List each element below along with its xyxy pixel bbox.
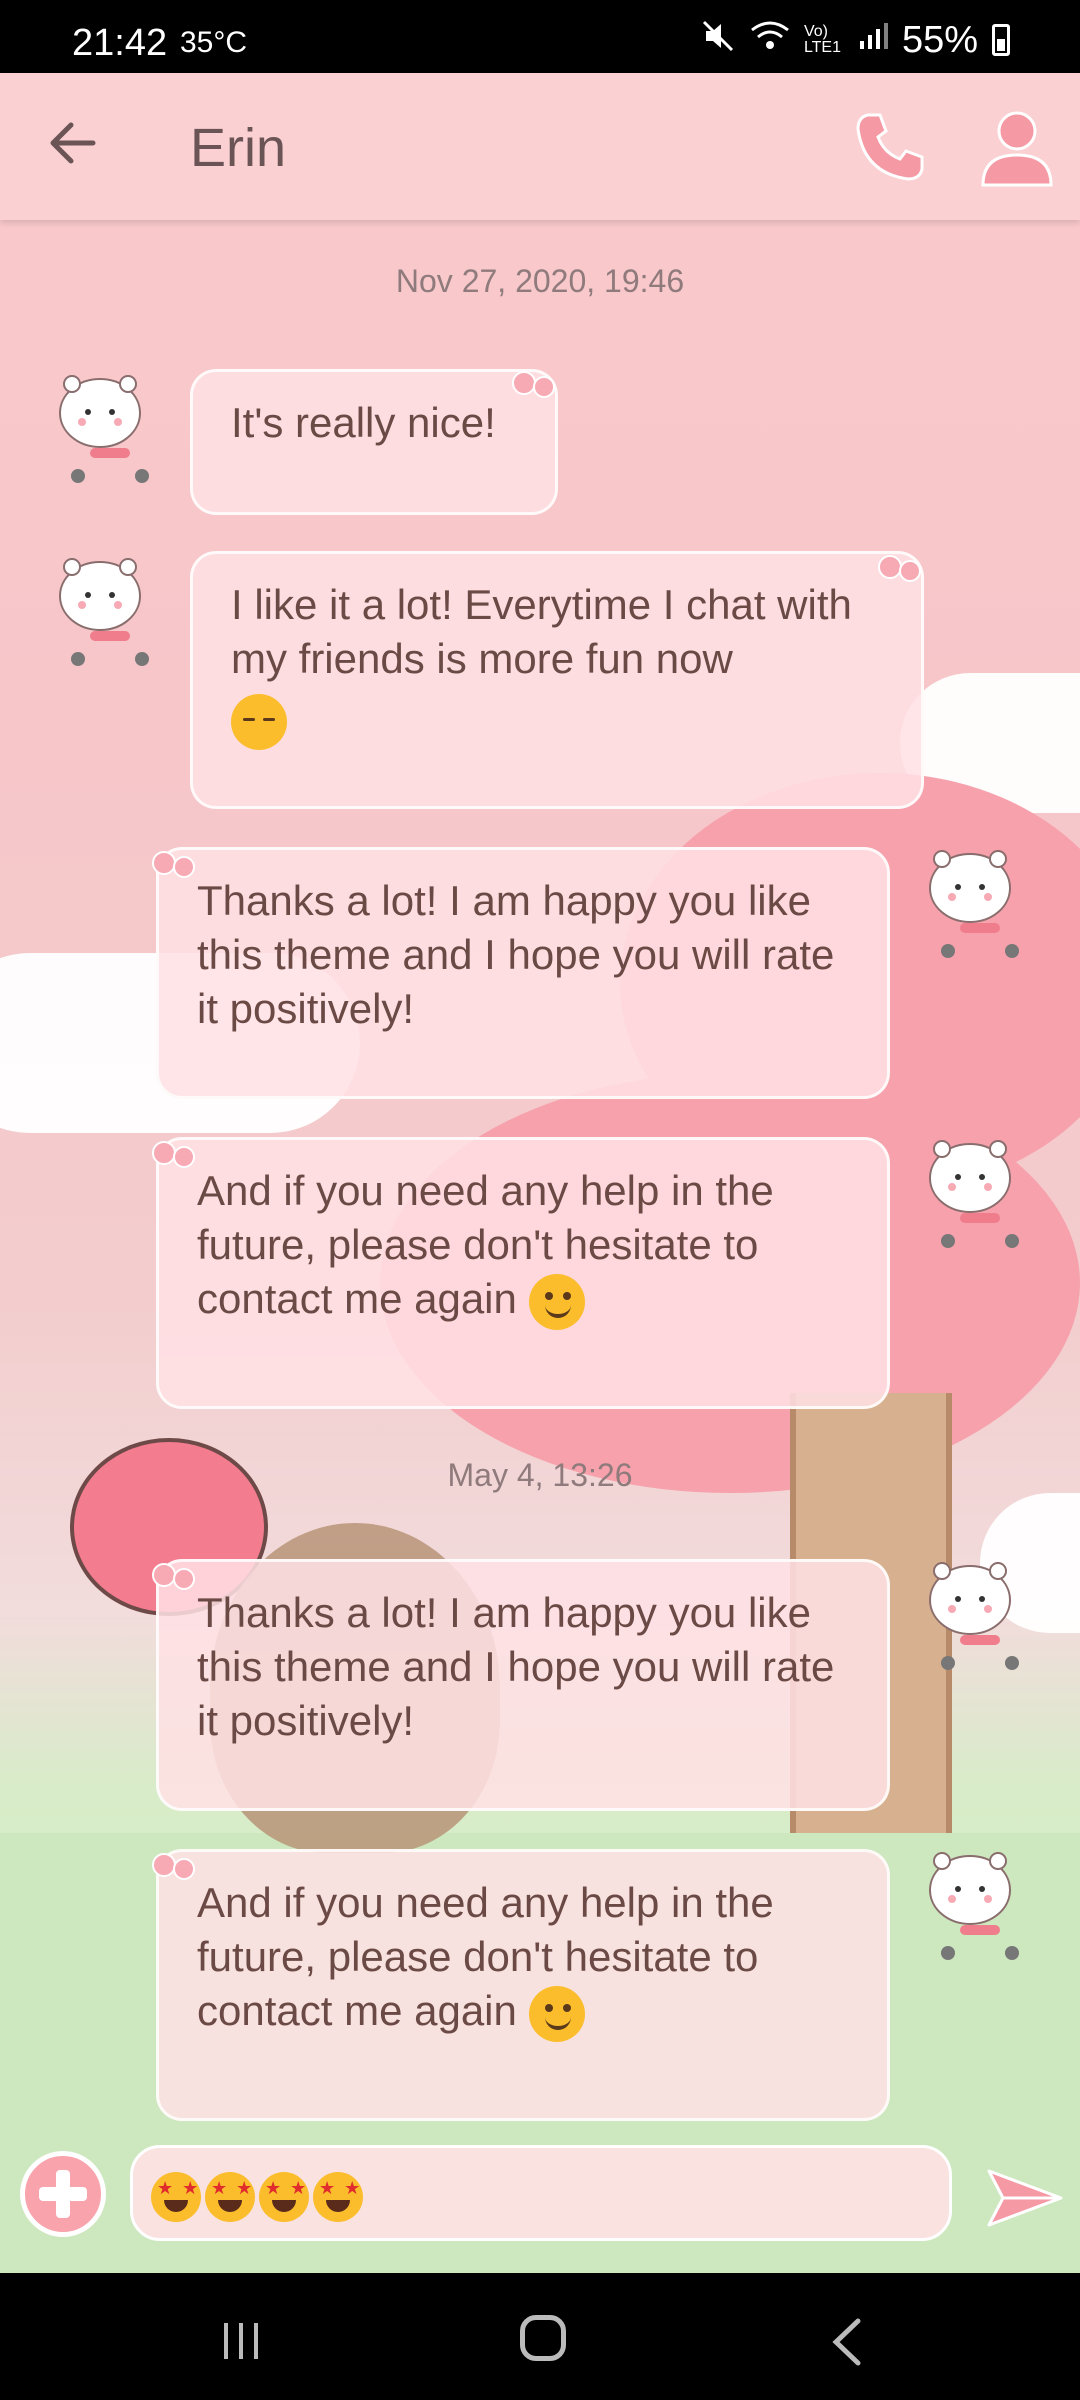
- status-time: 21:42: [72, 22, 168, 64]
- person-icon[interactable]: [975, 105, 1059, 189]
- message-bubble-outgoing[interactable]: Thanks a lot! I am happy you like this t…: [156, 1559, 890, 1811]
- send-icon[interactable]: [985, 2163, 1065, 2233]
- home-icon[interactable]: [520, 2315, 566, 2361]
- message-text: Thanks a lot! I am happy you like this t…: [197, 877, 835, 1032]
- message-bubble-incoming[interactable]: I like it a lot! Everytime I chat with m…: [190, 551, 924, 809]
- flower-decoration-icon: [152, 851, 195, 878]
- chat-screen: Erin Nov 27, 2020, 19:46 It's really nic…: [0, 73, 1080, 2273]
- bear-avatar-icon[interactable]: [920, 843, 1030, 963]
- star-struck-emoji: [259, 2171, 309, 2222]
- flower-decoration-icon: [512, 371, 555, 398]
- recent-apps-icon[interactable]: [222, 2321, 262, 2361]
- bear-avatar-icon[interactable]: [50, 368, 160, 488]
- status-temperature: 35°C: [180, 26, 248, 59]
- chat-header: Erin: [0, 73, 1080, 220]
- network-label: Vo) LTE1: [803, 23, 841, 56]
- back-arrow-icon[interactable]: [38, 113, 108, 183]
- message-text: I like it a lot! Everytime I chat with m…: [231, 581, 852, 682]
- message-text: Thanks a lot! I am happy you like this t…: [197, 1589, 835, 1744]
- star-struck-emoji: [313, 2171, 363, 2222]
- smiling-face-emoji: [528, 1273, 585, 1330]
- bear-avatar-icon[interactable]: [50, 551, 160, 671]
- bear-avatar-icon[interactable]: [920, 1133, 1030, 1253]
- signal-icon: [858, 21, 888, 59]
- message-timestamp: May 4, 13:26: [447, 1457, 633, 1493]
- message-bubble-outgoing[interactable]: Thanks a lot! I am happy you like this t…: [156, 847, 890, 1099]
- back-icon[interactable]: [828, 2317, 868, 2374]
- message-text: And if you need any help in the future, …: [197, 1879, 774, 2034]
- contact-name[interactable]: Erin: [190, 117, 286, 179]
- flower-decoration-icon: [152, 1563, 195, 1590]
- message-bubble-incoming[interactable]: It's really nice!: [190, 369, 558, 515]
- message-text: And if you need any help in the future, …: [197, 1167, 774, 1322]
- flower-decoration-icon: [152, 1141, 195, 1168]
- status-bar: 21:42 35°C Vo) LTE1 55%: [0, 0, 1080, 73]
- phone-icon[interactable]: [850, 107, 930, 187]
- flower-decoration-icon: [152, 1853, 195, 1880]
- message-timestamp: Nov 27, 2020, 19:46: [395, 263, 685, 299]
- battery-percent: 55%: [901, 18, 978, 61]
- bear-avatar-icon[interactable]: [920, 1555, 1030, 1675]
- wifi-icon: [750, 20, 790, 60]
- message-bubble-outgoing[interactable]: And if you need any help in the future, …: [156, 1137, 890, 1409]
- system-nav-bar: [0, 2273, 1080, 2400]
- flower-decoration-icon: [878, 555, 921, 582]
- message-input[interactable]: 🤩🤩🤩🤩: [130, 2145, 952, 2241]
- pensive-face-emoji: [231, 693, 287, 750]
- star-struck-emoji: [205, 2171, 255, 2222]
- message-bubble-outgoing[interactable]: And if you need any help in the future, …: [156, 1849, 890, 2121]
- smiling-face-emoji: [528, 1985, 585, 2042]
- message-text: It's really nice!: [231, 399, 496, 446]
- bear-avatar-icon[interactable]: [920, 1845, 1030, 1965]
- battery-charging-icon: [992, 24, 1010, 56]
- add-attachment-icon[interactable]: [20, 2151, 106, 2237]
- message-composer: 🤩🤩🤩🤩: [0, 2133, 1080, 2273]
- mute-icon: [700, 18, 736, 62]
- star-struck-emoji: [151, 2171, 201, 2222]
